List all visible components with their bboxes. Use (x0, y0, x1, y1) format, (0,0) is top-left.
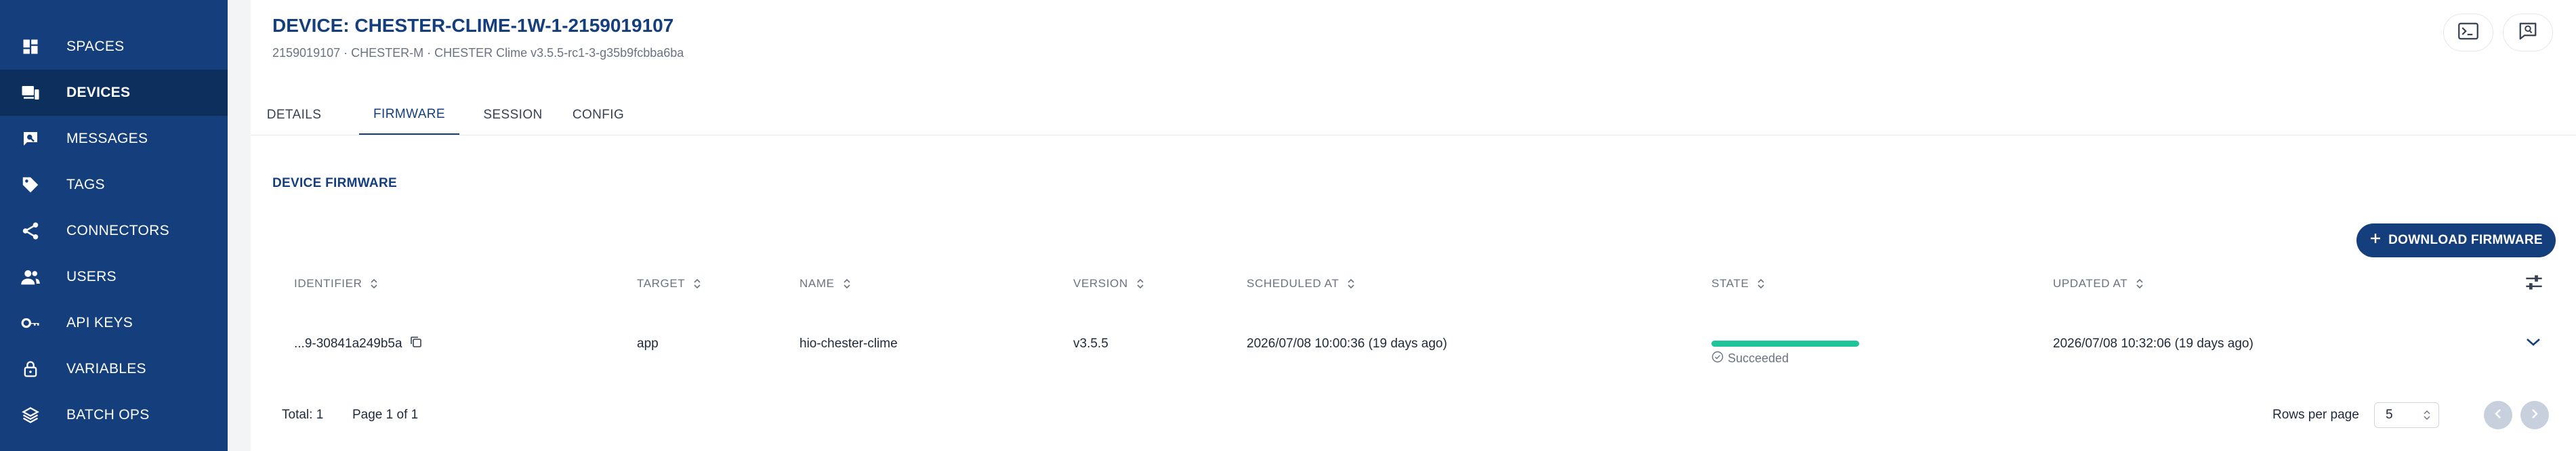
cell-updated-at: 2026/07/08 10:32:06 (19 days ago) (2053, 337, 2253, 351)
column-header-target[interactable]: TARGET (637, 274, 701, 294)
sidebar-item-label: VARIABLES (66, 361, 146, 377)
grid-icon (19, 35, 42, 58)
sort-icon (693, 278, 701, 290)
column-header-label: STATE (1711, 277, 1749, 290)
rows-per-page-select[interactable]: 5 (2374, 402, 2439, 428)
share-icon (19, 219, 42, 242)
sidebar-item-label: USERS (66, 269, 117, 284)
sort-icon (843, 278, 851, 290)
section-title: DEVICE FIRMWARE (272, 176, 397, 190)
select-chevron-icon (2424, 409, 2430, 425)
tab-details[interactable]: DETAILS (256, 95, 332, 135)
expand-row-button[interactable] (2525, 335, 2542, 353)
cell-scheduled-at: 2026/07/08 10:00:36 (19 days ago) (1247, 337, 1447, 351)
download-firmware-button[interactable]: DOWNLOAD FIRMWARE (2356, 223, 2556, 257)
sort-icon (1757, 278, 1765, 290)
sidebar-item-api-keys[interactable]: API KEYS (0, 300, 228, 346)
cell-version: v3.5.5 (1073, 337, 1108, 351)
chevron-down-icon (2525, 336, 2542, 352)
column-header-label: SCHEDULED AT (1247, 277, 1339, 290)
column-header-label: TARGET (637, 277, 686, 290)
sidebar-item-spaces[interactable]: SPACES (0, 24, 228, 70)
page-indicator: Page 1 of 1 (352, 408, 419, 422)
main-content: DEVICE: CHESTER-CLIME-1W-1-2159019107 21… (251, 0, 2576, 451)
next-page-button[interactable] (2520, 401, 2549, 429)
sidebar-item-devices[interactable]: DEVICES (0, 70, 228, 116)
chevron-left-icon (2493, 408, 2503, 423)
plus-icon (2369, 232, 2382, 249)
sidebar-item-label: DEVICES (66, 85, 131, 100)
message-search-icon (2518, 22, 2538, 44)
column-header-state[interactable]: STATE (1711, 274, 1765, 294)
column-settings-button[interactable] (2525, 274, 2543, 294)
key-icon (19, 312, 42, 335)
sidebar-item-connectors[interactable]: CONNECTORS (0, 208, 228, 254)
terminal-icon (2458, 22, 2478, 43)
sort-icon (1347, 278, 1355, 290)
sidebar-item-label: TAGS (66, 177, 105, 192)
sort-icon (1136, 278, 1144, 290)
devices-icon (19, 81, 42, 104)
lock-icon (19, 358, 42, 381)
cell-target: app (637, 337, 659, 351)
sidebar: SPACES DEVICES MESSAGES TAGS CONNECTORS … (0, 0, 228, 451)
cell-name: hio-chester-clime (799, 337, 898, 351)
sidebar-item-tags[interactable]: TAGS (0, 162, 228, 208)
sidebar-item-label: API KEYS (66, 315, 133, 330)
message-search-button[interactable] (2503, 14, 2553, 51)
check-circle-icon (1711, 351, 1724, 366)
cell-state: Succeeded (1711, 349, 1789, 367)
sort-icon (2136, 278, 2144, 290)
users-icon (19, 265, 42, 288)
column-header-label: IDENTIFIER (294, 277, 362, 290)
tab-session[interactable]: SESSION (474, 95, 552, 135)
copy-icon[interactable] (409, 335, 423, 353)
column-header-scheduled-at[interactable]: SCHEDULED AT (1247, 274, 1355, 294)
previous-page-button[interactable] (2484, 401, 2512, 429)
column-header-identifier[interactable]: IDENTIFIER (294, 274, 378, 294)
page-subtitle: 2159019107 · CHESTER-M · CHESTER Clime v… (272, 46, 684, 60)
column-header-label: VERSION (1073, 277, 1128, 290)
messages-icon (19, 127, 42, 150)
column-header-label: NAME (799, 277, 835, 290)
page-title: DEVICE: CHESTER-CLIME-1W-1-2159019107 (272, 15, 674, 36)
sidebar-item-batch-ops[interactable]: BATCH OPS (0, 392, 228, 438)
column-header-updated-at[interactable]: UPDATED AT (2053, 274, 2144, 294)
tab-firmware[interactable]: FIRMWARE (359, 95, 459, 135)
sidebar-item-label: MESSAGES (66, 131, 148, 146)
state-value: Succeeded (1728, 351, 1789, 365)
sidebar-item-label: BATCH OPS (66, 407, 150, 423)
layers-icon (19, 404, 42, 427)
download-firmware-label: DOWNLOAD FIRMWARE (2388, 233, 2543, 247)
sidebar-item-variables[interactable]: VARIABLES (0, 346, 228, 392)
sidebar-item-users[interactable]: USERS (0, 254, 228, 300)
sidebar-item-label: SPACES (66, 39, 125, 54)
sidebar-item-label: CONNECTORS (66, 223, 169, 238)
column-header-name[interactable]: NAME (799, 274, 851, 294)
rows-per-page-label: Rows per page (2272, 408, 2359, 422)
column-header-version[interactable]: VERSION (1073, 274, 1144, 294)
cell-identifier: ...9-30841a249b5a (294, 335, 423, 353)
tags-icon (19, 173, 42, 196)
sort-icon (370, 278, 378, 290)
tab-config[interactable]: CONFIG (564, 95, 633, 135)
terminal-button[interactable] (2443, 14, 2493, 51)
state-progress-bar (1711, 341, 1859, 347)
identifier-value: ...9-30841a249b5a (294, 337, 402, 351)
column-header-label: UPDATED AT (2053, 277, 2128, 290)
chevron-right-icon (2530, 408, 2539, 423)
sidebar-item-messages[interactable]: MESSAGES (0, 116, 228, 162)
total-count: Total: 1 (282, 408, 324, 422)
rows-per-page-value: 5 (2386, 408, 2393, 422)
sliders-icon (2525, 274, 2543, 295)
